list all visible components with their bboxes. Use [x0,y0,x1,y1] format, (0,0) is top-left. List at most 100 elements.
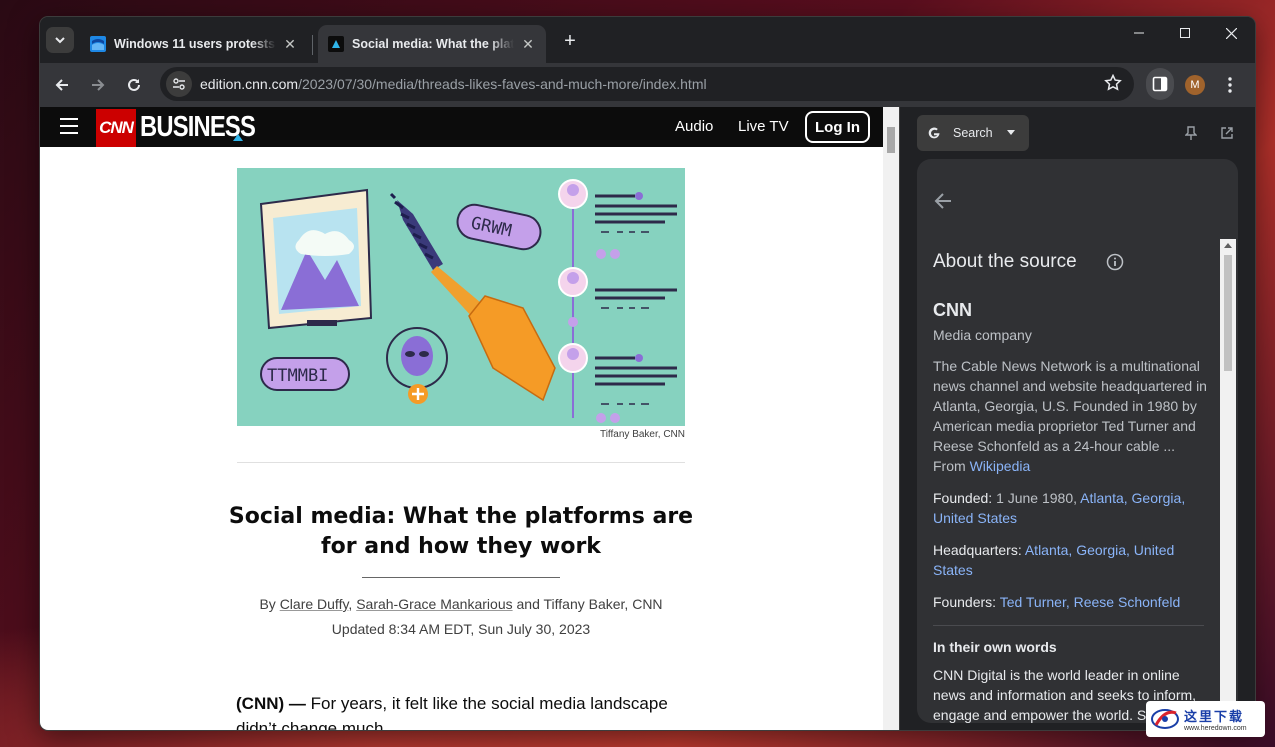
byline-suffix: and Tiffany Baker, CNN [516,596,663,612]
reload-icon [128,78,140,91]
image-credit: Tiffany Baker, CNN [599,429,685,440]
url-path: /2023/07/30/media/threads-likes-faves-an… [298,76,707,92]
source-name: CNN [933,300,972,320]
forward-arrow-icon [92,79,105,91]
card-divider [933,625,1204,626]
browser-menu-button[interactable] [1220,73,1240,97]
close-side-panel-icon[interactable] [1253,123,1255,143]
watermark: 这里下载 www.heredown.com [1146,701,1265,737]
maximize-button[interactable] [1162,17,1208,49]
description-text: The Cable News Network is a multinationa… [933,358,1207,454]
tab-close-icon[interactable]: ✕ [282,36,298,53]
founders-link[interactable]: Ted Turner, Reese Schonfeld [1000,594,1181,610]
side-panel-icon [1152,76,1168,92]
grwm-bubble: GRWM [456,203,542,251]
hero-illustration: GRWM TTMMBI [237,168,685,426]
headline-divider [362,577,560,578]
founded-fact: Founded: 1 June 1980, Atlanta, Georgia, … [933,488,1209,528]
card-scrollbar-thumb[interactable] [1224,255,1232,371]
side-panel-search-dropdown[interactable]: Search [917,115,1029,151]
toolbar: edition.cnn.com/2023/07/30/media/threads… [40,63,1255,107]
close-window-button[interactable] [1208,17,1254,49]
watermark-logo-icon [1151,709,1179,729]
author-link-sarah-grace-mankarious[interactable]: Sarah-Grace Mankarious [356,596,512,612]
site-info-icon[interactable] [166,71,192,97]
login-button[interactable]: Log In [805,111,870,143]
close-icon [1225,27,1237,39]
source-type: Media company [933,327,1032,343]
tutorial-site-favicon-icon [90,36,106,52]
reload-button[interactable] [118,69,150,101]
new-tab-button[interactable]: + [558,29,582,53]
open-in-new-tab-icon[interactable] [1217,123,1237,143]
tab-social-media[interactable]: Social media: What the platforms are for… [318,25,546,63]
forward-button[interactable] [82,69,114,101]
byline-separator: , [348,596,353,612]
side-panel-search-label: Search [953,126,993,140]
wikipedia-link[interactable]: Wikipedia [970,458,1031,474]
cnn-header: CNN BUSINESS Audio Live TV Log In [40,107,883,147]
tab-close-icon[interactable]: ✕ [520,36,536,53]
founded-label: Founded: [933,490,993,506]
side-panel-button[interactable] [1146,68,1174,100]
watermark-text: 这里下载 [1184,710,1245,725]
headquarters-label: Headquarters: [933,542,1022,558]
updated-timestamp: Updated 8:34 AM EDT, Sun July 30, 2023 [331,621,591,637]
bookmark-star-icon[interactable] [1104,74,1122,92]
live-tv-link[interactable]: Live TV [738,118,789,135]
card-scrollbar[interactable] [1220,239,1236,723]
social-feed-illustration [558,179,677,423]
more-vert-icon [1228,77,1232,93]
tab-windows-11[interactable]: Windows 11 users protests as Micr ✕ [80,25,308,63]
divider [237,462,685,463]
url-host: edition.cnn.com [200,76,299,92]
pin-icon[interactable] [1181,123,1201,143]
headquarters-fact: Headquarters: Atlanta, Georgia, United S… [933,540,1209,580]
web-page: CNN BUSINESS Audio Live TV Log In GRWM T… [40,107,883,730]
tab-title: Windows 11 users protests as Micr [114,37,276,51]
founded-date: 1 June 1980, [996,490,1078,506]
page-scrollbar[interactable] [883,107,899,730]
scroll-up-arrow-icon[interactable] [1224,243,1232,248]
side-panel: Search About the source CNN Media compan… [900,107,1255,730]
watermark-url: www.heredown.com [1184,725,1247,732]
back-arrow-icon[interactable] [933,191,953,211]
about-source-card: About the source CNN Media company The C… [917,159,1238,723]
minimize-icon [1134,32,1144,34]
back-button[interactable] [46,69,78,101]
scrollbar-thumb[interactable] [887,127,895,153]
from-label: From [933,458,966,474]
tab-strip: Windows 11 users protests as Micr ✕ Soci… [40,17,1255,63]
tab-search-button[interactable] [46,27,74,53]
address-bar[interactable]: edition.cnn.com/2023/07/30/media/threads… [160,67,1134,101]
source-description: The Cable News Network is a multinationa… [933,356,1209,476]
dateline: (CNN) — [236,694,306,713]
info-icon[interactable] [1106,253,1124,271]
cnn-favicon-icon [328,36,344,52]
audio-link[interactable]: Audio [675,118,713,135]
photo-frame-illustration [259,188,373,330]
cnn-logo[interactable]: CNN [96,109,136,147]
author-link-clare-duffy[interactable]: Clare Duffy [280,596,349,612]
byline-prefix: By [259,596,276,612]
dropdown-arrow-icon [1006,130,1015,135]
article-body: (CNN) — For years, it felt like the soci… [236,691,686,730]
byline: By Clare Duffy, Sarah-Grace Mankarious a… [200,596,722,612]
ttmmbi-label: TTMMBI [267,366,328,386]
article-headline: Social media: What the platforms are for… [228,504,694,559]
minimize-button[interactable] [1116,17,1162,49]
alien-illustration [386,327,448,404]
profile-avatar[interactable]: M [1185,75,1205,95]
founders-fact: Founders: Ted Turner, Reese Schonfeld [933,592,1209,612]
chevron-down-icon [55,37,65,44]
back-arrow-icon [55,79,68,91]
ttmmbi-bubble: TTMMBI [260,357,350,391]
maximize-icon [1180,28,1190,38]
tab-separator [312,35,313,55]
browser-window: Windows 11 users protests as Micr ✕ Soci… [40,17,1255,730]
google-g-icon [928,127,940,139]
tab-title: Social media: What the platforms are for [352,37,514,51]
founders-label: Founders: [933,594,997,610]
own-words-title: In their own words [933,639,1057,655]
hamburger-menu-icon[interactable] [60,118,78,134]
